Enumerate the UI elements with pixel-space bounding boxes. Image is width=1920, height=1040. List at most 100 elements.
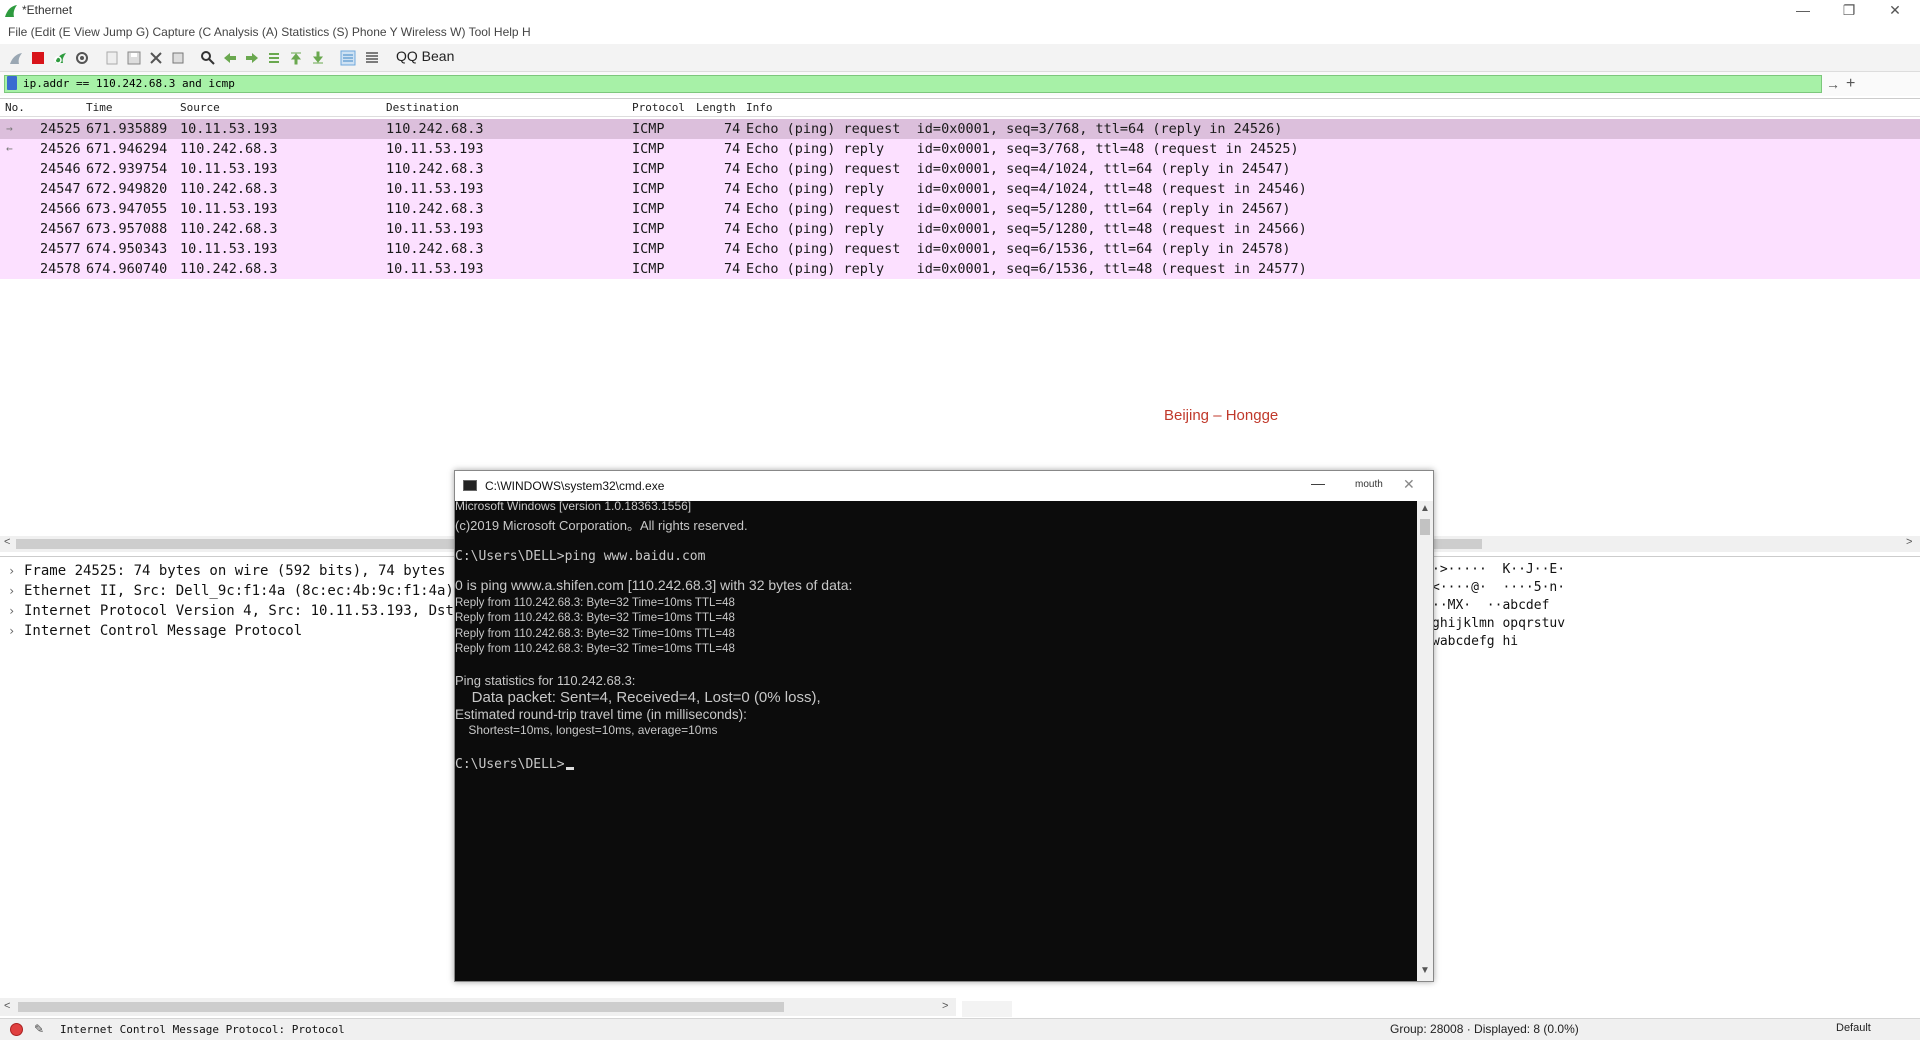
find-icon[interactable]	[200, 50, 216, 66]
status-profile[interactable]: Default	[1836, 1022, 1871, 1034]
packet-cell-time: 674.950343	[86, 241, 168, 257]
packet-cell-proto: ICMP	[632, 121, 665, 137]
capture-status-icon[interactable]	[10, 1023, 23, 1036]
cmd-vertical-scrollbar[interactable]: ▲ ▼	[1417, 501, 1433, 981]
menu-items[interactable]: File (Edit (E View Jump G) Capture (C An…	[8, 22, 531, 42]
packet-row[interactable]: 24546 672.939754 10.11.53.193 110.242.68.3 I…	[0, 159, 1920, 179]
details-horizontal-scrollbar[interactable]: < >	[0, 998, 956, 1016]
packet-cell-info: Echo (ping) request id=0x0001, seq=5/128…	[746, 201, 1291, 217]
packet-row[interactable]: 24567 673.957088 110.242.68.3 10.11.53.193 I…	[0, 219, 1920, 239]
packet-cell-dst: 10.11.53.193	[386, 141, 484, 157]
column-header-protocol[interactable]: Protocol	[632, 101, 685, 114]
display-filter-input[interactable]: ip.addr == 110.242.68.3 and icmp	[4, 75, 1822, 93]
save-icon[interactable]	[126, 50, 142, 66]
packet-cell-no: 24546	[40, 161, 81, 177]
console-line: Reply from 110.242.68.3: Byte=32 Time=10…	[455, 643, 735, 655]
colorize-icon[interactable]	[364, 50, 380, 66]
column-header-source[interactable]: Source	[180, 101, 220, 114]
packet-row[interactable]: 24547 672.949820 110.242.68.3 10.11.53.193 I…	[0, 179, 1920, 199]
packet-row[interactable]: 24566 673.947055 10.11.53.193 110.242.68.3 I…	[0, 199, 1920, 219]
open-icon[interactable]	[104, 50, 120, 66]
packet-cell-src: 10.11.53.193	[180, 201, 278, 217]
stop-icon[interactable]	[30, 50, 46, 66]
filter-bookmark-icon[interactable]	[7, 76, 17, 90]
bytes-ascii-line: <····@· ····5·n·	[1432, 580, 1566, 595]
scroll-left-arrow-icon[interactable]: <	[4, 1000, 10, 1012]
column-header-time[interactable]: Time	[86, 101, 113, 114]
detail-row-frame[interactable]: › Frame 24525: 74 bytes on wire (592 bits…	[8, 561, 479, 581]
packet-row[interactable]: ← 24526 671.946294 110.242.68.3 10.11.53.193…	[0, 139, 1920, 159]
console-line: (c)2019 Microsoft Corporation。All rights…	[455, 518, 748, 533]
packet-cell-proto: ICMP	[632, 201, 665, 217]
column-header-no[interactable]: No.	[5, 101, 25, 114]
bytes-pane-footer	[962, 1001, 1012, 1017]
scroll-right-arrow-icon[interactable]: >	[942, 1000, 948, 1012]
detail-text: Ethernet II, Src: Dell_9c:f1:4a (8c:ec:4…	[24, 583, 463, 599]
console-prompt-line[interactable]: C:\Users\DELL>	[455, 757, 574, 772]
cmd-title-bar[interactable]: C:\WINDOWS\system32\cmd.exe — mouth ✕	[455, 471, 1433, 501]
packet-row[interactable]: 24578 674.960740 110.242.68.3 10.11.53.193 I…	[0, 259, 1920, 279]
scroll-up-arrow-icon[interactable]: ▲	[1420, 503, 1430, 514]
packet-cell-proto: ICMP	[632, 221, 665, 237]
back-icon[interactable]	[222, 50, 238, 66]
packet-cell-time: 674.960740	[86, 261, 168, 277]
expand-chevron-icon[interactable]: ›	[8, 561, 24, 581]
console-icon	[463, 480, 477, 491]
column-header-info[interactable]: Info	[746, 101, 773, 114]
console-line: Reply from 110.242.68.3: Byte=32 Time=10…	[455, 628, 735, 640]
expand-chevron-icon[interactable]: ›	[8, 601, 24, 621]
packet-row[interactable]: 24577 674.950343 10.11.53.193 110.242.68.3 I…	[0, 239, 1920, 259]
cmd-minimize-button[interactable]: —	[1311, 475, 1325, 491]
detail-row-icmp[interactable]: › Internet Control Message Protocol	[8, 621, 302, 641]
goto-icon[interactable]	[266, 50, 282, 66]
column-header-length[interactable]: Length	[696, 101, 736, 114]
detail-text: Internet Protocol Version 4, Src: 10.11.…	[24, 603, 463, 619]
packet-cell-len: 74	[724, 161, 741, 177]
detail-text: Frame 24525: 74 bytes on wire (592 bits)…	[24, 563, 480, 579]
packet-cell-src: 10.11.53.193	[180, 121, 278, 137]
autoscroll-icon[interactable]	[340, 50, 356, 66]
options-icon[interactable]	[74, 50, 90, 66]
close-button[interactable]: ✕	[1872, 0, 1918, 22]
scroll-down-arrow-icon[interactable]: ▼	[1420, 965, 1430, 976]
forward-icon[interactable]	[244, 50, 260, 66]
reload-icon[interactable]	[170, 50, 186, 66]
detail-row-ethernet[interactable]: › Ethernet II, Src: Dell_9c:f1:4a (8c:ec:…	[8, 581, 462, 601]
restart-icon[interactable]	[52, 50, 68, 66]
expand-chevron-icon[interactable]: ›	[8, 621, 24, 641]
packet-cell-time: 671.946294	[86, 141, 168, 157]
packet-cell-proto: ICMP	[632, 261, 665, 277]
scroll-right-arrow-icon[interactable]: >	[1906, 536, 1912, 548]
packet-cell-info: Echo (ping) request id=0x0001, seq=4/102…	[746, 161, 1291, 177]
packet-cell-proto: ICMP	[632, 141, 665, 157]
console-prompt: C:\Users\DELL>	[455, 757, 565, 772]
packet-cell-dst: 110.242.68.3	[386, 241, 484, 257]
packet-row[interactable]: → 24525 671.935889 10.11.53.193 110.242.68.3…	[0, 119, 1920, 139]
cmd-close-button[interactable]: ✕	[1403, 476, 1415, 493]
packet-cell-dst: 10.11.53.193	[386, 181, 484, 197]
packet-cell-info: Echo (ping) request id=0x0001, seq=3/768…	[746, 121, 1283, 137]
console-output[interactable]: Microsoft Windows [version 1.0.18363.155…	[455, 501, 1417, 981]
shark-fin-icon[interactable]	[8, 50, 24, 66]
cmd-window-title: C:\WINDOWS\system32\cmd.exe	[485, 479, 665, 493]
packet-cell-dst: 10.11.53.193	[386, 221, 484, 237]
expand-chevron-icon[interactable]: ›	[8, 581, 24, 601]
cmd-window[interactable]: C:\WINDOWS\system32\cmd.exe — mouth ✕ Mi…	[454, 470, 1434, 982]
apply-filter-button[interactable]: →	[1826, 72, 1840, 96]
detail-row-ipv4[interactable]: › Internet Protocol Version 4, Src: 10.11…	[8, 601, 462, 621]
packet-cell-len: 74	[724, 261, 741, 277]
minimize-button[interactable]: —	[1780, 0, 1826, 22]
detail-text: Internet Control Message Protocol	[24, 623, 303, 639]
packet-list-header: No. Time Source Destination Protocol Len…	[0, 99, 1920, 117]
scroll-left-arrow-icon[interactable]: <	[4, 536, 10, 548]
first-packet-icon[interactable]	[288, 50, 304, 66]
scrollbar-thumb[interactable]	[1420, 519, 1430, 535]
column-header-destination[interactable]: Destination	[386, 101, 459, 114]
scrollbar-thumb[interactable]	[18, 1002, 784, 1012]
close-file-icon[interactable]	[148, 50, 164, 66]
packet-cell-time: 673.957088	[86, 221, 168, 237]
edit-comment-icon[interactable]: ✎	[34, 1022, 44, 1036]
last-packet-icon[interactable]	[310, 50, 326, 66]
restore-button[interactable]: ❐	[1826, 0, 1872, 22]
add-filter-button[interactable]: +	[1846, 72, 1855, 96]
